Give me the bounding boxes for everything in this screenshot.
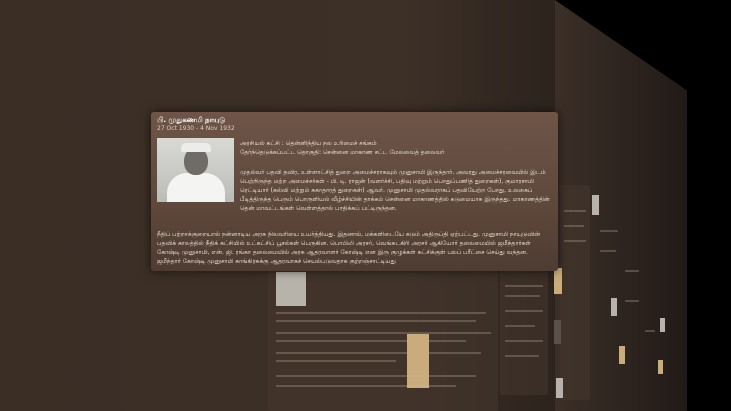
background-portrait-thumbnail	[276, 272, 306, 306]
background-text-line	[625, 300, 639, 302]
term-dates: 27 Oct 1930 - 4 Nov 1932	[157, 125, 235, 132]
background-text-line	[505, 285, 543, 287]
person-name: பி. முதுகணமி நாயுடு	[157, 116, 226, 124]
constituency-line: தேர்ந்தெடுக்கப்பட்ட தொகுதி: சென்னை மாகாண…	[240, 149, 445, 156]
background-text-line	[505, 310, 543, 312]
party-line: அரசியல் கட்சி : தென்னிந்திய நல உரிமைச் ச…	[240, 140, 377, 147]
background-text-line	[600, 250, 616, 252]
background-portrait-thumbnail	[592, 195, 599, 215]
person-info-panel[interactable]: பி. முதுகணமி நாயுடு 27 Oct 1930 - 4 Nov …	[151, 112, 558, 271]
background-portrait-thumbnail	[407, 334, 429, 388]
background-text-line	[276, 385, 456, 387]
portrait-cap	[181, 143, 211, 152]
background-portrait-thumbnail	[611, 298, 617, 316]
background-portrait-thumbnail	[660, 318, 665, 332]
background-text-line	[600, 230, 618, 232]
background-text-line	[505, 295, 540, 297]
background-text-line	[645, 330, 655, 332]
background-text-line	[276, 320, 476, 322]
background-portrait-thumbnail	[554, 268, 562, 294]
background-portrait-thumbnail	[619, 346, 625, 364]
background-text-line	[276, 312, 486, 314]
background-text-line	[276, 340, 466, 342]
background-text-line	[505, 355, 539, 357]
background-card[interactable]	[560, 185, 590, 400]
background-text-line	[276, 360, 396, 362]
background-text-line	[276, 352, 481, 354]
background-portrait-thumbnail	[658, 360, 663, 374]
background-text-line	[564, 225, 584, 227]
background-text-line	[276, 332, 491, 334]
background-text-line	[564, 210, 586, 212]
background-text-line	[625, 270, 639, 272]
description-paragraph-2: நீதிப் பற்றாக்குறையால் நன்னாடிய அரசு நில…	[157, 231, 541, 265]
background-text-line	[564, 240, 586, 242]
person-meta: அரசியல் கட்சி : தென்னிந்திய நல உரிமைச் ச…	[240, 139, 552, 157]
background-portrait-thumbnail	[554, 320, 561, 344]
portrait-body	[167, 173, 225, 202]
background-text-line	[505, 325, 535, 327]
background-portrait-thumbnail	[556, 378, 563, 398]
description-paragraph-1: முதல்வர் பதவி தவிர, உள்ளாட்சித் துறை அமை…	[240, 169, 550, 212]
background-text-line	[276, 375, 476, 377]
background-text-line	[505, 340, 543, 342]
portrait-photo	[157, 138, 234, 202]
